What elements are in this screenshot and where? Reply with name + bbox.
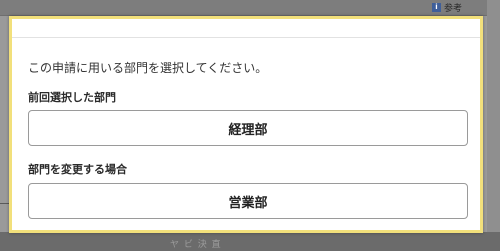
department-select-dialog: この申請に用いる部門を選択してください。 前回選択した部門 経理部 部門を変更す… (9, 16, 483, 233)
dialog-header-divider (12, 37, 480, 38)
dialog-prompt: この申請に用いる部門を選択してください。 (28, 61, 268, 75)
background-info-label: 参考 (444, 4, 463, 14)
change-department-button[interactable]: 営業部 (28, 183, 468, 219)
previous-department-label: 前回選択した部門 (28, 91, 116, 104)
background-bottom-bar (0, 232, 500, 251)
background-info-link: i 参考 (432, 1, 462, 14)
background-top-bar (0, 0, 500, 16)
background-bottom-text: ヤ ビ 決 直 (170, 240, 222, 250)
background-side-column (487, 0, 500, 251)
change-department-label: 部門を変更する場合 (28, 163, 127, 176)
previous-department-button[interactable]: 経理部 (28, 110, 468, 146)
info-icon: i (432, 3, 441, 12)
